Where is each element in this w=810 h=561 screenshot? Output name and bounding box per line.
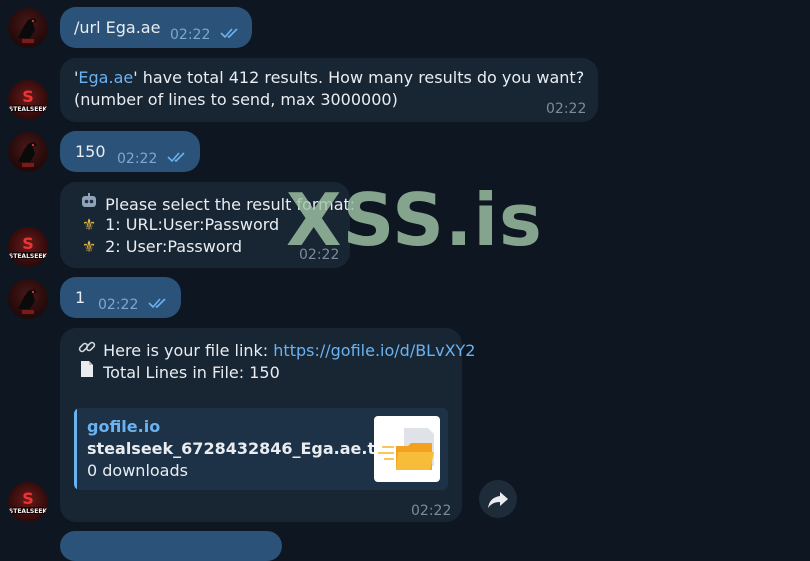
- crow-icon: [18, 289, 37, 314]
- fleur-de-lis-icon: ⚜: [81, 215, 97, 234]
- preview-accent-bar: [74, 408, 77, 490]
- svg-text:S: S: [22, 87, 34, 106]
- page-icon: [76, 360, 98, 384]
- bot-avatar[interactable]: S STEALSEEK: [8, 482, 48, 522]
- svg-text:S: S: [22, 234, 34, 253]
- bot-avatar[interactable]: S STEALSEEK: [8, 80, 48, 120]
- svg-text:STEALSEEK: STEALSEEK: [9, 253, 47, 260]
- message-time: 02:22: [546, 101, 587, 117]
- message-line: Total Lines in File: 150: [76, 360, 280, 384]
- user-avatar[interactable]: [8, 279, 48, 319]
- message-text-line2: (number of lines to send, max 3000000): [74, 90, 398, 109]
- preview-site-name: gofile.io: [87, 417, 161, 436]
- message-bubble-outgoing-partial[interactable]: [60, 531, 282, 561]
- svg-text:STEALSEEK: STEALSEEK: [9, 508, 47, 515]
- message-time: 02:22: [170, 27, 211, 43]
- message-text: /url Ega.ae: [74, 18, 161, 37]
- user-avatar[interactable]: [8, 8, 48, 48]
- message-bubble-incoming[interactable]: 'Ega.ae' have total 412 results. How man…: [60, 58, 598, 122]
- message-bubble-outgoing[interactable]: 150 02:22: [60, 131, 200, 172]
- message-line: ⚜ 1: URL:User:Password: [78, 214, 279, 236]
- crow-icon: [18, 18, 37, 43]
- watermark: XSS.is: [286, 178, 543, 262]
- message-text: 1: [75, 288, 86, 307]
- crow-icon: [18, 142, 37, 167]
- message-bubble-incoming[interactable]: Here is your file link: https://gofile.i…: [60, 328, 475, 522]
- domain-link[interactable]: Ega.ae: [78, 68, 133, 87]
- stealseek-logo: S STEALSEEK: [9, 87, 47, 113]
- robot-icon: [78, 192, 100, 216]
- link-preview-card[interactable]: gofile.io stealseek_6728432846_Ega.ae.tx…: [74, 408, 448, 490]
- message-bubble-outgoing[interactable]: /url Ega.ae 02:22: [60, 7, 252, 48]
- bot-avatar[interactable]: S STEALSEEK: [8, 227, 48, 267]
- link-icon: [76, 338, 98, 362]
- file-link[interactable]: https://gofile.io/d/BLvXY2: [273, 341, 475, 360]
- message-bubble-outgoing[interactable]: 1 02:22: [60, 277, 181, 318]
- fleur-de-lis-icon: ⚜: [81, 237, 97, 256]
- stealseek-logo: S STEALSEEK: [9, 234, 47, 260]
- message-time: 02:22: [117, 151, 158, 167]
- message-line: ⚜ 2: User:Password: [78, 236, 242, 258]
- user-avatar[interactable]: [8, 132, 48, 172]
- svg-text:S: S: [22, 489, 34, 508]
- preview-title: stealseek_6728432846_Ega.ae.txt: [87, 439, 394, 458]
- message-time: 02:22: [411, 503, 452, 519]
- share-icon: [488, 492, 508, 508]
- preview-description: 0 downloads: [87, 461, 188, 480]
- message-text: 150: [75, 142, 106, 161]
- message-time: 02:22: [98, 297, 139, 313]
- svg-text:STEALSEEK: STEALSEEK: [9, 106, 47, 113]
- double-check-icon: [167, 152, 185, 163]
- folder-icon: [378, 428, 434, 470]
- stealseek-logo: S STEALSEEK: [9, 489, 47, 515]
- double-check-icon: [220, 28, 238, 39]
- double-check-icon: [148, 298, 166, 309]
- message-line: Here is your file link: https://gofile.i…: [76, 338, 475, 362]
- message-text: 'Ega.ae' have total 412 results. How man…: [74, 68, 585, 87]
- preview-thumbnail: [374, 416, 440, 482]
- share-button[interactable]: [479, 480, 517, 518]
